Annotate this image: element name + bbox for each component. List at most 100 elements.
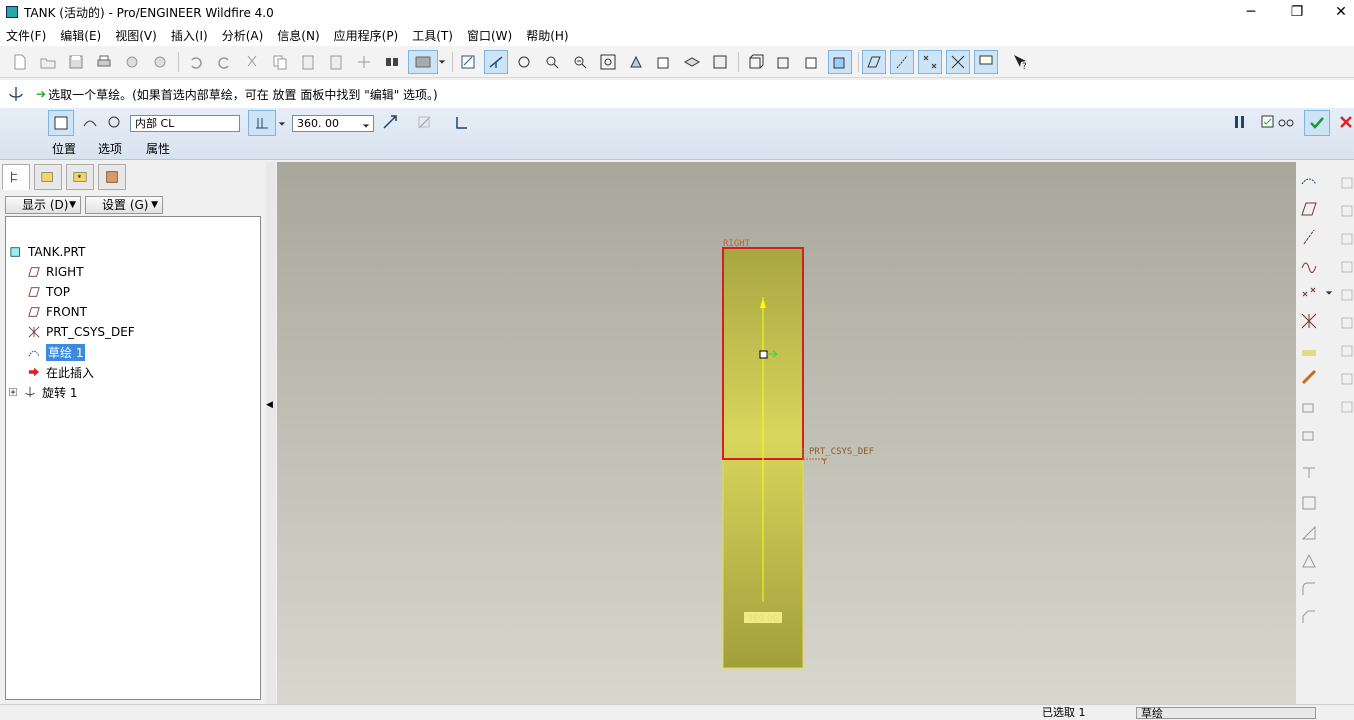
cancel-x-icon[interactable] bbox=[1334, 110, 1354, 134]
tab-placement[interactable]: 位置 bbox=[52, 140, 76, 157]
connections-tab-icon[interactable] bbox=[98, 164, 126, 190]
drag-handle[interactable] bbox=[759, 350, 768, 359]
orient-mode-icon[interactable] bbox=[512, 50, 536, 74]
revolve-angle-icon[interactable] bbox=[102, 110, 126, 134]
preview-glasses-icon[interactable] bbox=[1274, 110, 1298, 134]
thicken-icon[interactable] bbox=[450, 110, 474, 134]
chevron-down-icon[interactable] bbox=[436, 50, 448, 74]
plane-tool-icon[interactable] bbox=[1298, 198, 1320, 220]
flip-direction-icon[interactable] bbox=[378, 110, 402, 134]
edit-tool-icon[interactable] bbox=[1336, 170, 1354, 192]
paste-icon[interactable] bbox=[296, 50, 320, 74]
hole-tool-icon[interactable] bbox=[1298, 462, 1320, 484]
tree-item-sketch[interactable]: 草绘 1 bbox=[26, 343, 86, 361]
open-folder-icon[interactable] bbox=[36, 50, 60, 74]
rib-tool-icon[interactable] bbox=[1298, 522, 1320, 544]
curve-tool-icon[interactable] bbox=[1298, 254, 1320, 276]
accept-check-icon[interactable] bbox=[1304, 110, 1330, 136]
print-icon[interactable] bbox=[92, 50, 116, 74]
trim-tool-icon[interactable] bbox=[1336, 254, 1354, 276]
solidify-tool-icon[interactable] bbox=[1336, 366, 1354, 388]
regenerate-icon[interactable] bbox=[352, 50, 376, 74]
axis-tool-icon[interactable] bbox=[1298, 226, 1320, 248]
datum-points-icon[interactable] bbox=[918, 50, 942, 74]
solid-icon[interactable] bbox=[48, 110, 74, 136]
shell-tool-icon[interactable] bbox=[1298, 492, 1320, 514]
extrude-tool-icon[interactable] bbox=[1298, 398, 1320, 420]
datum-axes-icon[interactable] bbox=[890, 50, 914, 74]
menu-view[interactable]: 视图(V) bbox=[115, 27, 157, 44]
chevron-down-icon[interactable] bbox=[1324, 282, 1334, 304]
round-tool-icon[interactable] bbox=[1298, 578, 1320, 600]
merge-tool-icon[interactable] bbox=[1336, 226, 1354, 248]
chain-tool-icon[interactable] bbox=[1298, 366, 1320, 388]
send-mail-icon[interactable] bbox=[120, 50, 144, 74]
folder-browser-tab-icon[interactable] bbox=[34, 164, 62, 190]
angle-type-icon[interactable] bbox=[248, 110, 276, 136]
thicken-tool-icon[interactable] bbox=[1336, 338, 1354, 360]
tab-options[interactable]: 选项 bbox=[98, 140, 122, 157]
datum-planes-icon[interactable] bbox=[862, 50, 886, 74]
minimize-button[interactable]: ─ bbox=[1228, 0, 1274, 24]
mirror-tool-icon[interactable] bbox=[1336, 198, 1354, 220]
menu-insert[interactable]: 插入(I) bbox=[171, 27, 208, 44]
collapse-arrow-icon[interactable]: ◀ bbox=[266, 400, 273, 410]
dimension-value[interactable]: 360.00 bbox=[747, 614, 779, 624]
redo-icon[interactable] bbox=[212, 50, 236, 74]
repaint-icon[interactable] bbox=[456, 50, 480, 74]
view-manager-icon[interactable] bbox=[708, 50, 732, 74]
surface-icon[interactable] bbox=[78, 110, 102, 134]
shading-icon[interactable] bbox=[828, 50, 852, 74]
chevron-down-icon[interactable] bbox=[360, 114, 372, 138]
wireframe-icon[interactable] bbox=[744, 50, 768, 74]
tree-item-right[interactable]: RIGHT bbox=[26, 263, 84, 281]
settings-dropdown[interactable]: 设置 (G) ▼ bbox=[85, 196, 163, 214]
remove-material-icon[interactable] bbox=[412, 110, 436, 134]
sketch-tool-icon[interactable] bbox=[1298, 170, 1320, 192]
menu-tools[interactable]: 工具(T) bbox=[412, 27, 453, 44]
point-tool-icon[interactable] bbox=[1298, 282, 1320, 304]
saved-views-icon[interactable] bbox=[652, 50, 676, 74]
reorient-icon[interactable] bbox=[624, 50, 648, 74]
pause-icon[interactable] bbox=[1228, 110, 1252, 134]
selection-box-icon[interactable] bbox=[408, 50, 438, 74]
undo-icon[interactable] bbox=[184, 50, 208, 74]
cut-icon[interactable] bbox=[240, 50, 264, 74]
close-button[interactable]: ✕ bbox=[1318, 0, 1354, 24]
show-dropdown[interactable]: 显示 (D) ▼ bbox=[5, 196, 81, 214]
chamfer-tool-icon[interactable] bbox=[1298, 606, 1320, 628]
tree-item-top[interactable]: TOP bbox=[26, 283, 70, 301]
spin-center-icon[interactable] bbox=[484, 50, 508, 74]
menu-file[interactable]: 文件(F) bbox=[6, 27, 46, 44]
revolve-tool-icon[interactable] bbox=[1298, 426, 1320, 448]
grid-tool-icon[interactable] bbox=[1336, 394, 1354, 416]
menu-info[interactable]: 信息(N) bbox=[277, 27, 319, 44]
chevron-down-icon[interactable] bbox=[276, 112, 288, 136]
context-help-icon[interactable]: ? bbox=[1008, 50, 1032, 74]
zoom-in-icon[interactable] bbox=[540, 50, 564, 74]
new-file-icon[interactable] bbox=[8, 50, 32, 74]
maximize-button[interactable]: ❐ bbox=[1274, 0, 1320, 24]
csys-tool-icon[interactable] bbox=[1298, 310, 1320, 332]
menu-edit[interactable]: 编辑(E) bbox=[60, 27, 101, 44]
annotation-icon[interactable] bbox=[974, 50, 998, 74]
find-icon[interactable] bbox=[380, 50, 404, 74]
menu-window[interactable]: 窗口(W) bbox=[467, 27, 512, 44]
menu-analysis[interactable]: 分析(A) bbox=[222, 27, 264, 44]
favorites-tab-icon[interactable]: * bbox=[66, 164, 94, 190]
send-link-icon[interactable] bbox=[148, 50, 172, 74]
copy-icon[interactable] bbox=[268, 50, 292, 74]
expand-plus-icon[interactable] bbox=[8, 385, 18, 399]
draft-tool-icon[interactable] bbox=[1298, 550, 1320, 572]
model-tree-tab-icon[interactable] bbox=[2, 164, 30, 190]
tree-item-front[interactable]: FRONT bbox=[26, 303, 87, 321]
sketch-collector[interactable]: 内部 CL bbox=[130, 115, 240, 132]
layers-icon[interactable] bbox=[680, 50, 704, 74]
refit-icon[interactable] bbox=[596, 50, 620, 74]
tree-item-revolve[interactable]: 旋转 1 bbox=[8, 383, 77, 401]
coordinate-systems-icon[interactable] bbox=[946, 50, 970, 74]
selection-filter[interactable]: 草绘 bbox=[1136, 707, 1316, 720]
no-hidden-icon[interactable] bbox=[800, 50, 824, 74]
paste-special-icon[interactable] bbox=[324, 50, 348, 74]
tab-properties[interactable]: 属性 bbox=[146, 140, 170, 157]
